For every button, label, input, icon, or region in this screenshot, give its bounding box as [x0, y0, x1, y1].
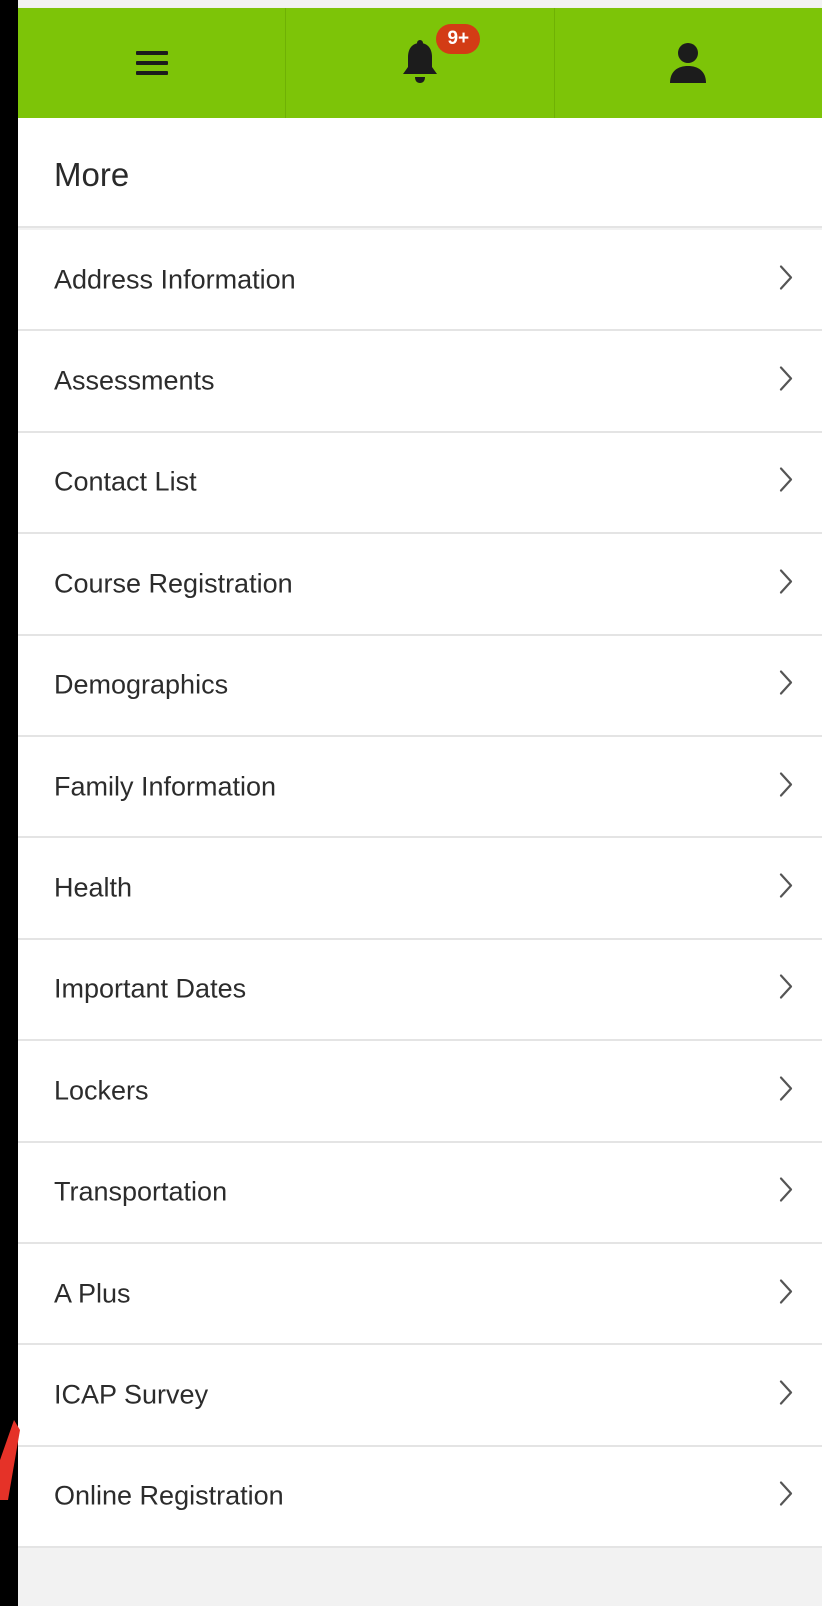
- page-title: More: [54, 156, 130, 193]
- hamburger-menu-icon: [134, 48, 170, 78]
- notifications-button[interactable]: 9+: [285, 8, 553, 118]
- red-annotation-arrow: [0, 1420, 20, 1500]
- menu-item-course-registration[interactable]: Course Registration: [18, 534, 822, 636]
- menu-item-label: Lockers: [54, 1075, 149, 1106]
- menu-item-icap-survey[interactable]: ICAP Survey: [18, 1345, 822, 1447]
- more-menu-list: Address Information Assessments Contact Li…: [18, 230, 822, 1549]
- menu-item-a-plus[interactable]: A Plus: [18, 1243, 822, 1346]
- chevron-right-icon: [778, 770, 794, 803]
- menu-item-label: Address Information: [54, 264, 296, 295]
- menu-item-label: Demographics: [54, 669, 229, 700]
- chevron-right-icon: [778, 1074, 794, 1107]
- menu-item-label: A Plus: [54, 1278, 131, 1309]
- menu-item-label: Assessments: [54, 365, 215, 396]
- chevron-right-icon: [778, 1277, 794, 1310]
- menu-item-label: Family Information: [54, 771, 277, 802]
- menu-item-lockers[interactable]: Lockers: [18, 1041, 822, 1143]
- menu-button[interactable]: [18, 8, 285, 118]
- chevron-right-icon: [778, 1480, 794, 1513]
- app-screen: 9+ More Address Information Assessments Co…: [18, 0, 822, 1606]
- menu-item-family-information[interactable]: Family Information: [18, 736, 822, 839]
- chevron-right-icon: [778, 973, 794, 1006]
- chevron-right-icon: [778, 466, 794, 499]
- bell-icon: [400, 39, 440, 87]
- menu-item-online-registration[interactable]: Online Registration: [18, 1446, 822, 1549]
- menu-item-label: Course Registration: [54, 568, 293, 599]
- chevron-right-icon: [778, 669, 794, 702]
- menu-item-label: ICAP Survey: [54, 1379, 209, 1410]
- menu-item-demographics[interactable]: Demographics: [18, 635, 822, 737]
- menu-item-transportation[interactable]: Transportation: [18, 1142, 822, 1244]
- menu-item-label: Online Registration: [54, 1480, 284, 1511]
- chevron-right-icon: [778, 365, 794, 398]
- notification-count-badge: 9+: [436, 24, 481, 54]
- section-header: More: [18, 118, 822, 228]
- menu-item-address-information[interactable]: Address Information: [18, 230, 822, 332]
- menu-item-label: Important Dates: [54, 973, 247, 1004]
- top-navigation-bar: 9+: [18, 8, 822, 118]
- menu-item-assessments[interactable]: Assessments: [18, 331, 822, 433]
- menu-item-label: Health: [54, 872, 133, 903]
- chevron-right-icon: [778, 567, 794, 600]
- user-icon: [668, 41, 708, 85]
- menu-item-health[interactable]: Health: [18, 838, 822, 940]
- menu-item-label: Transportation: [54, 1176, 228, 1207]
- chevron-right-icon: [778, 1378, 794, 1411]
- chevron-right-icon: [778, 263, 794, 296]
- menu-item-label: Contact List: [54, 466, 197, 497]
- menu-item-important-dates[interactable]: Important Dates: [18, 939, 822, 1042]
- menu-item-contact-list[interactable]: Contact List: [18, 432, 822, 535]
- profile-button[interactable]: [553, 8, 822, 118]
- chevron-right-icon: [778, 872, 794, 905]
- chevron-right-icon: [778, 1176, 794, 1209]
